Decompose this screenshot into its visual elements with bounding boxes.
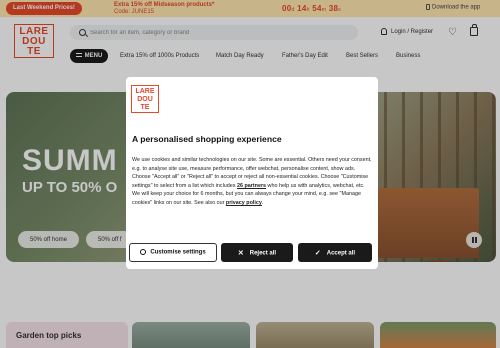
reject-all-button[interactable]: ✕ Reject all: [221, 243, 293, 262]
customise-settings-label: Customise settings: [150, 249, 206, 256]
partners-link[interactable]: 26 partners: [237, 183, 266, 189]
customise-settings-button[interactable]: Customise settings: [129, 243, 217, 262]
modal-logo: LARE DOU TE: [131, 85, 159, 113]
cookie-consent-modal: LARE DOU TE A personalised shopping expe…: [126, 77, 378, 269]
modal-title: A personalised shopping experience: [132, 134, 282, 144]
modal-logo-line-3: TE: [140, 104, 150, 111]
modal-logo-line-1: LARE: [135, 88, 155, 95]
reject-all-label: Reject all: [249, 250, 277, 257]
modal-body: We use cookies and similar technologies …: [132, 156, 374, 208]
check-icon: ✓: [314, 249, 321, 257]
modal-logo-line-2: DOU: [137, 96, 153, 103]
close-icon: ✕: [237, 249, 244, 257]
gear-icon: [140, 249, 147, 256]
accept-all-button[interactable]: ✓ Accept all: [298, 243, 372, 262]
accept-all-label: Accept all: [326, 250, 356, 257]
privacy-policy-link[interactable]: privacy policy: [226, 200, 262, 206]
modal-body-text-3: .: [261, 199, 264, 206]
